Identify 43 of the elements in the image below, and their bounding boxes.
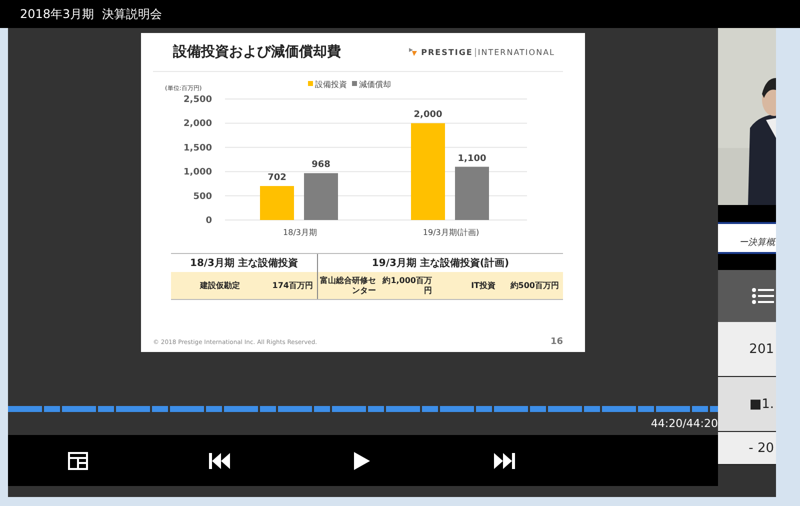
- axis-label: 2,500: [184, 95, 212, 105]
- bar: [304, 173, 338, 220]
- legend-label: 設備投資: [315, 80, 347, 89]
- chapter-item[interactable]: 201: [718, 322, 776, 377]
- legend-item: 減価償却: [352, 80, 391, 89]
- axis-label: 1,000: [184, 168, 212, 178]
- list-icon[interactable]: [752, 288, 774, 304]
- value-label: 702: [268, 173, 286, 184]
- table-cell-text: 約1,000百万円: [381, 274, 433, 296]
- table-cell-text: IT投資: [470, 280, 496, 292]
- table-cell-text: 富山総合研修センター: [319, 274, 377, 296]
- table-cell-text: 建設仮勘定: [198, 280, 241, 292]
- letterbox-bar: [718, 205, 776, 222]
- time-display: 44:20/44:20: [650, 417, 718, 430]
- axis-label: 500: [193, 192, 212, 202]
- legend-label: 減価償却: [359, 80, 391, 89]
- page-number: 16: [550, 337, 563, 347]
- category-label: 19/3月期(計画): [422, 228, 480, 237]
- chapter-item[interactable]: - 20: [718, 432, 776, 465]
- axis-label: 0: [206, 216, 212, 226]
- value-label: 2,000: [414, 110, 442, 120]
- window-title: 2018年3月期 決算説明会: [20, 6, 162, 22]
- layout-icon: [68, 452, 88, 470]
- bar: [455, 166, 489, 220]
- chapter-item[interactable]: ■1.: [718, 377, 776, 432]
- value-label: 968: [312, 160, 330, 170]
- value-label: 1,100: [458, 154, 486, 164]
- bar: [260, 186, 294, 220]
- legend-item: 設備投資: [308, 80, 347, 89]
- table-cell-text: 174百万円: [271, 280, 314, 292]
- slide-title: 設備投資および減価償却費: [173, 43, 341, 61]
- table-header: 18/3月期 主な設備投資: [188, 256, 299, 271]
- skip-forward-icon: [492, 452, 514, 468]
- axis-label: 1,500: [184, 143, 212, 154]
- play-icon: [354, 452, 370, 470]
- letterbox-bar: [718, 254, 776, 270]
- category-label: 18/3月期: [283, 228, 317, 237]
- skip-back-icon: [208, 452, 230, 468]
- table-cell-text: 約500百万円: [509, 280, 560, 292]
- axis-label: 2,000: [184, 119, 212, 130]
- banner-text: ー決算概: [739, 236, 775, 249]
- logo: PRESTIGE INTERNATIONAL: [409, 48, 555, 56]
- progress-bar[interactable]: [8, 406, 718, 412]
